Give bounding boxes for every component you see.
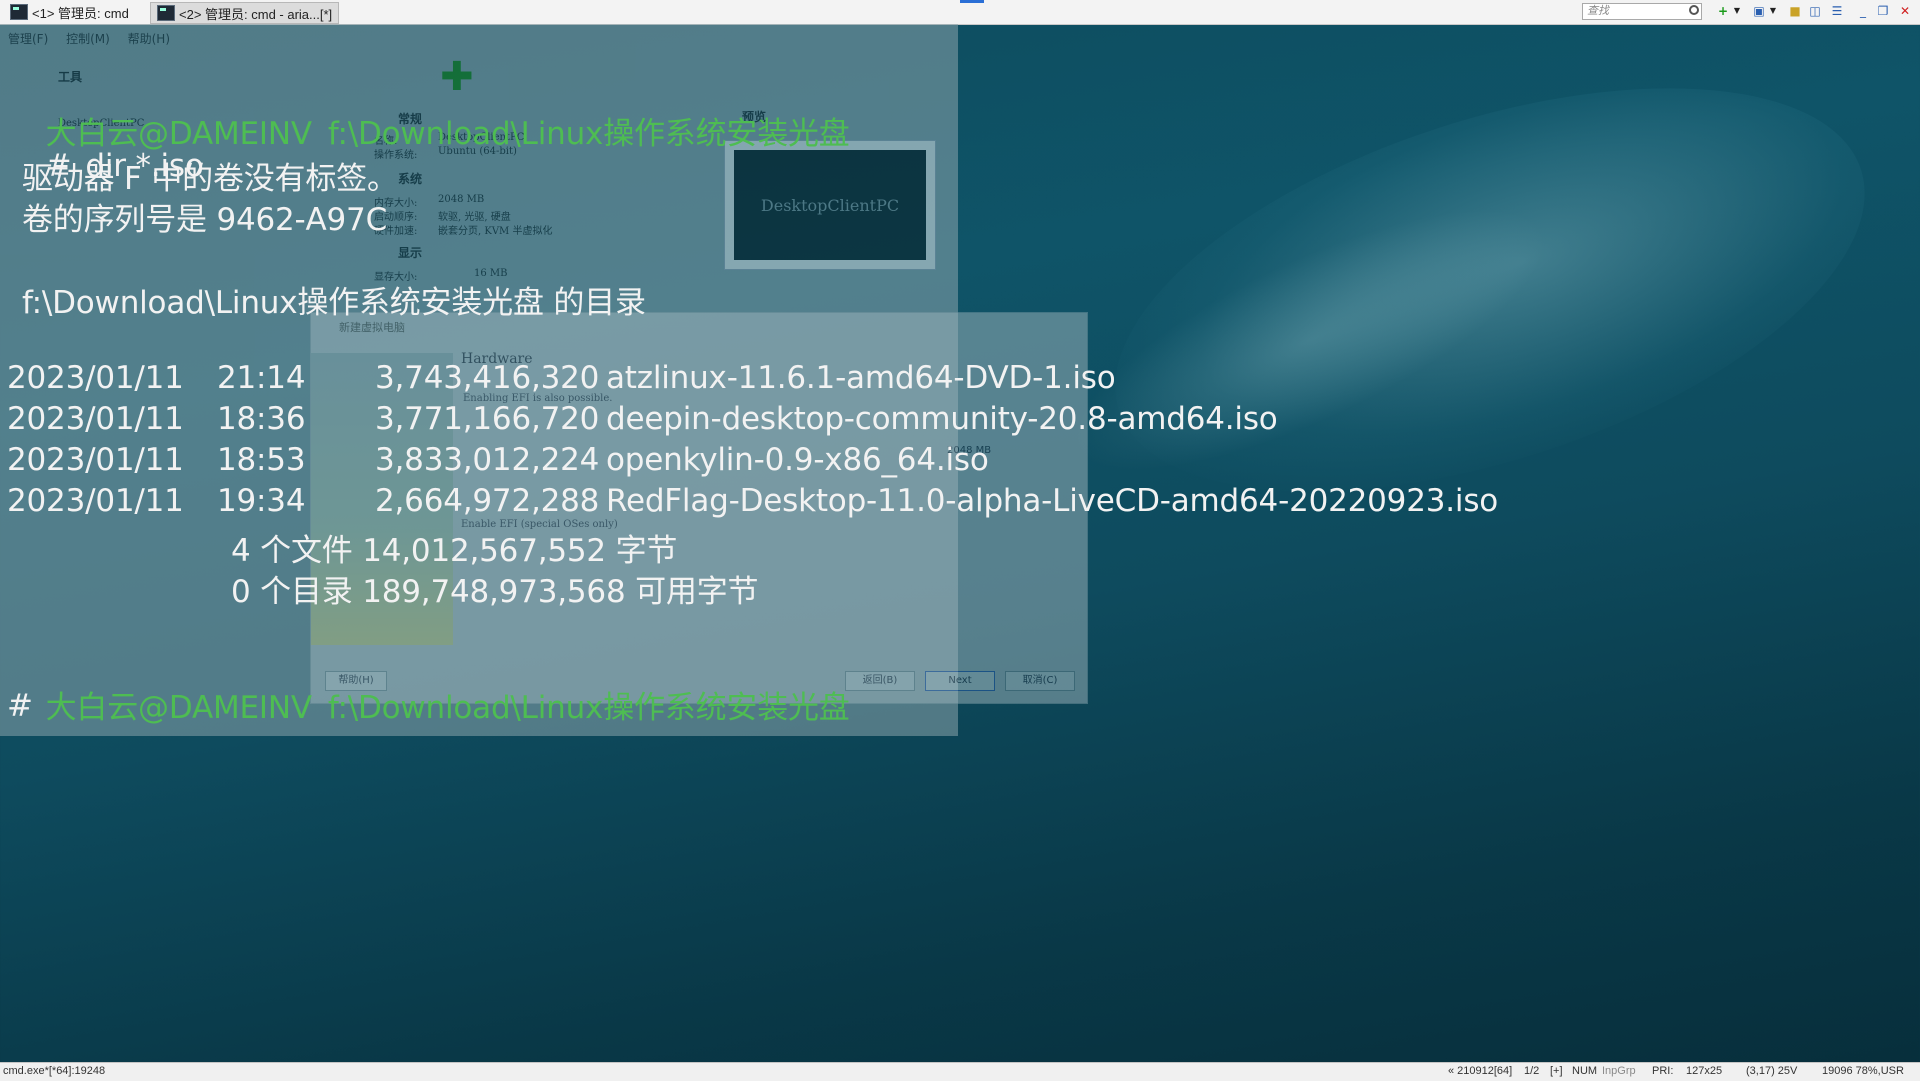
- status-cursor: (3,17) 25V: [1746, 1065, 1798, 1077]
- file-date: 2023/01/11: [7, 442, 184, 478]
- volume-label-line: 驱动器 F 中的卷没有标签。: [22, 161, 398, 197]
- status-plus: [+]: [1550, 1065, 1563, 1077]
- file-date: 2023/01/11: [7, 401, 184, 437]
- progress-indicator: [960, 0, 984, 3]
- status-process: cmd.exe*[*64]:19248: [3, 1065, 106, 1077]
- file-size: 3,743,416,320: [375, 360, 600, 396]
- tab-cmd-1[interactable]: <1> 管理员: cmd: [4, 2, 135, 22]
- status-num: NUM: [1572, 1065, 1598, 1077]
- summary-dirs: 0 个目录 189,748,973,568 可用字节: [231, 574, 759, 610]
- console-icon: [10, 4, 28, 20]
- status-pri: PRI:: [1652, 1065, 1674, 1077]
- console-output[interactable]: 大白云@DAMEINV f:\Download\Linux操作系统安装光盘 # di…: [0, 24, 1920, 1059]
- search-icon[interactable]: [1689, 5, 1699, 15]
- split-icon[interactable]: ◫: [1808, 4, 1822, 18]
- tab-label: <1> 管理员: cmd: [32, 5, 129, 21]
- file-time: 18:36: [217, 401, 306, 437]
- prompt-path: f:\Download\Linux操作系统安装光盘: [327, 116, 850, 152]
- prompt-line: 大白云@DAMEINV f:\Download\Linux操作系统安装光盘: [7, 646, 850, 763]
- prompt-user: 大白云@DAMEINV: [45, 690, 312, 726]
- file-size: 3,771,166,720: [375, 401, 600, 437]
- new-console-icon[interactable]: +: [1716, 4, 1730, 18]
- cursor-prompt: #: [7, 688, 33, 724]
- tab-bar: <1> 管理员: cmd <2> 管理员: cmd - aria...[*] 查…: [0, 0, 1920, 25]
- file-name: RedFlag-Desktop-11.0-alpha-LiveCD-amd64-…: [606, 483, 1499, 519]
- serial-number-line: 卷的序列号是 9462-A97C: [22, 202, 388, 238]
- console-icon: [157, 5, 175, 21]
- search-placeholder: 查找: [1587, 5, 1609, 17]
- status-session: « 210912[64]: [1448, 1065, 1513, 1077]
- file-name: atzlinux-11.6.1-amd64-DVD-1.iso: [606, 360, 1116, 396]
- menu-icon[interactable]: ☰: [1830, 4, 1844, 18]
- restore-icon[interactable]: ❐: [1876, 4, 1890, 18]
- window-icon[interactable]: ▣: [1752, 4, 1766, 18]
- file-name: openkylin-0.9-x86_64.iso: [606, 442, 989, 478]
- tab-cmd-2[interactable]: <2> 管理员: cmd - aria...[*]: [150, 2, 340, 24]
- summary-files: 4 个文件 14,012,567,552 字节: [231, 533, 678, 569]
- file-size: 2,664,972,288: [375, 483, 600, 519]
- file-time: 21:14: [217, 360, 306, 396]
- status-memory: 19096 78%,USR: [1822, 1065, 1904, 1077]
- directory-line: f:\Download\Linux操作系统安装光盘 的目录: [22, 285, 646, 321]
- status-bar: cmd.exe*[*64]:19248 « 210912[64] 1/2 [+]…: [0, 1062, 1920, 1081]
- lock-icon[interactable]: ■: [1788, 4, 1802, 18]
- prompt-path: f:\Download\Linux操作系统安装光盘: [327, 690, 850, 726]
- file-time: 19:34: [217, 483, 306, 519]
- status-page: 1/2: [1524, 1065, 1540, 1077]
- close-icon[interactable]: ✕: [1898, 4, 1912, 18]
- status-inpgrp: InpGrp: [1602, 1065, 1636, 1077]
- file-size: 3,833,012,224: [375, 442, 600, 478]
- file-time: 18:53: [217, 442, 306, 478]
- search-input[interactable]: 查找: [1582, 3, 1702, 20]
- status-size: 127x25: [1686, 1065, 1723, 1077]
- file-name: deepin-desktop-community-20.8-amd64.iso: [606, 401, 1278, 437]
- file-date: 2023/01/11: [7, 483, 184, 519]
- chevron-down-icon[interactable]: ▼: [1766, 4, 1780, 18]
- minimize-icon[interactable]: _: [1856, 4, 1870, 18]
- tab-label: <2> 管理员: cmd - aria...[*]: [179, 6, 333, 22]
- chevron-down-icon[interactable]: ▼: [1730, 4, 1744, 18]
- file-date: 2023/01/11: [7, 360, 184, 396]
